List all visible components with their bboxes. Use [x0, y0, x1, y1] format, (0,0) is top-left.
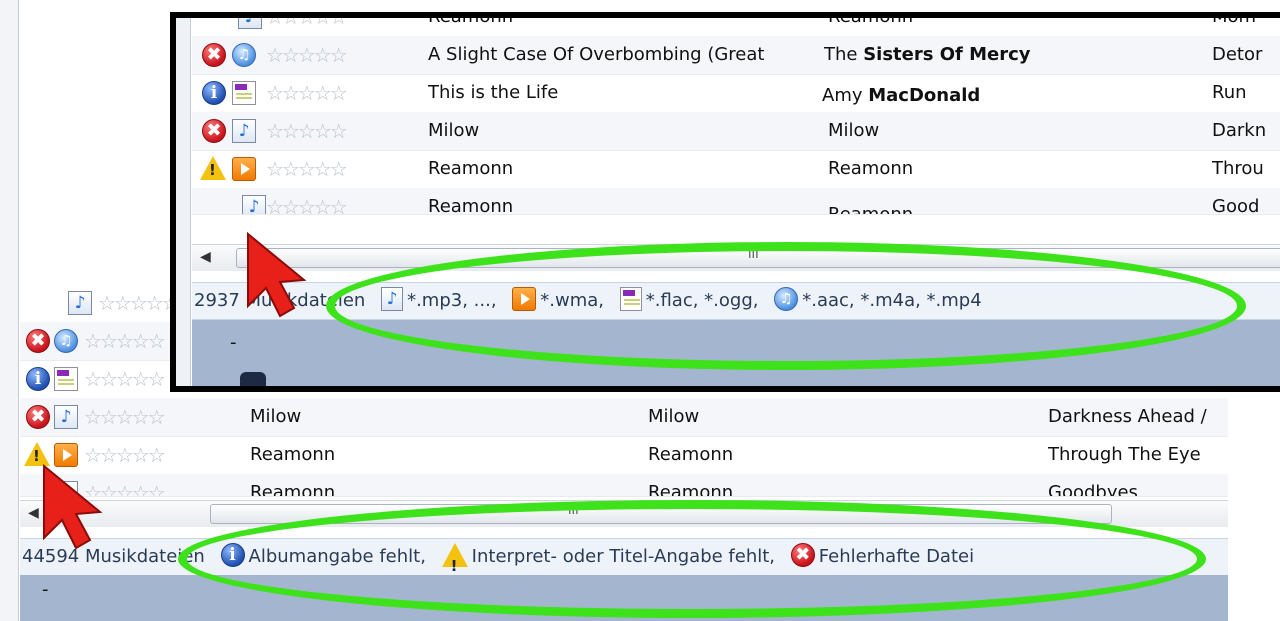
- error-icon: ✖: [26, 329, 50, 353]
- album-cell: Through The Eye: [1048, 444, 1201, 465]
- table-row[interactable]: ♪ ☆☆☆☆☆ Reamonn Reamonn Mom: [192, 12, 1280, 37]
- artist-cell: Milow: [648, 406, 700, 427]
- wma-file-icon: [232, 157, 256, 181]
- title-cell: Reamonn: [428, 158, 514, 179]
- player-button[interactable]: [240, 372, 266, 386]
- rating-stars[interactable]: ☆☆☆☆☆: [266, 156, 348, 182]
- highlight-ellipse-bottom: [178, 500, 1206, 618]
- artist-cell: The Sisters Of Mercy: [824, 42, 1194, 68]
- artist-name-bold: MacDonald: [868, 85, 981, 106]
- title-cell: This is the Life: [428, 82, 559, 103]
- rating-stars[interactable]: ☆☆☆☆☆: [266, 42, 348, 68]
- window-left-frame: [0, 0, 19, 621]
- table-row[interactable]: ✖ ♪ ☆☆☆☆☆ Milow Milow Darkness Ahead /: [20, 398, 1228, 437]
- highlight-ellipse-top: [326, 242, 1246, 370]
- artist-cell: Reamonn: [648, 482, 734, 497]
- flac-file-icon: [232, 81, 256, 105]
- flac-file-icon: [54, 367, 78, 391]
- title-cell: Reamonn: [428, 12, 514, 27]
- artist-name-bold: Sisters Of Mercy: [863, 44, 1031, 65]
- rating-stars[interactable]: ☆☆☆☆☆: [266, 118, 348, 144]
- album-cell: Darkness Ahead /: [1048, 406, 1207, 427]
- title-cell: Reamonn: [428, 196, 514, 215]
- mp3-file-icon: ♪: [68, 291, 92, 315]
- table-row[interactable]: ! ☆☆☆☆☆ Reamonn Reamonn Throu: [192, 150, 1280, 189]
- track-list-front: ♪ ☆☆☆☆☆ Reamonn Reamonn Mom ✖ ♫ ☆☆☆☆☆ A …: [192, 12, 1280, 238]
- title-cell: Milow: [250, 406, 302, 427]
- artist-cell: Reamonn: [648, 444, 734, 465]
- title-cell: Reamonn: [250, 444, 336, 465]
- info-icon: i: [202, 81, 226, 105]
- aac-file-icon: ♫: [232, 43, 256, 67]
- mp3-file-icon: ♪: [54, 405, 78, 429]
- title-cell: Reamonn: [250, 482, 336, 497]
- rating-stars[interactable]: ☆☆☆☆☆: [84, 366, 166, 392]
- album-cell: Darkn: [1212, 120, 1267, 141]
- scroll-left-arrow-icon[interactable]: ◀: [200, 249, 211, 265]
- red-arrow-pointer-icon: [43, 463, 103, 550]
- album-cell: Detor: [1212, 44, 1263, 65]
- table-row[interactable]: i ☆☆☆☆☆ This is the Life Amy MacDonald R…: [192, 74, 1280, 113]
- info-icon: i: [26, 367, 50, 391]
- mp3-file-icon: ♪: [242, 195, 266, 214]
- artist-prefix: Amy: [822, 85, 869, 106]
- warning-icon: !: [200, 156, 226, 180]
- aac-file-icon: ♫: [54, 329, 78, 353]
- mp3-file-icon: ♪: [232, 119, 256, 143]
- table-row[interactable]: ♪ ☆☆☆☆☆ Reamonn Reamonn Good: [192, 188, 1280, 215]
- table-row[interactable]: ♪ ☆☆☆☆☆ Reamonn Reamonn Goodbyes: [20, 474, 1228, 497]
- window-left-frame: [176, 18, 191, 386]
- rating-stars[interactable]: ☆☆☆☆☆: [84, 328, 166, 354]
- error-icon: ✖: [202, 119, 226, 143]
- artist-cell: Milow: [828, 120, 880, 141]
- rating-stars[interactable]: ☆☆☆☆☆: [98, 290, 180, 316]
- error-icon: ✖: [26, 405, 50, 429]
- red-arrow-pointer-icon: [247, 231, 307, 318]
- album-cell: Run: [1212, 82, 1247, 103]
- artist-cell: Reamonn: [828, 158, 914, 179]
- album-cell: Good: [1212, 196, 1260, 215]
- artist-cell: Amy MacDonald: [822, 83, 1192, 109]
- artist-cell: Reamonn: [828, 12, 914, 27]
- footer-text: -: [230, 332, 237, 353]
- artist-cell: Reamonn: [828, 204, 914, 215]
- rating-stars[interactable]: ☆☆☆☆☆: [266, 194, 348, 214]
- footer-text: -: [42, 579, 49, 600]
- rating-stars[interactable]: ☆☆☆☆☆: [266, 80, 348, 106]
- mp3-file-icon: ♪: [238, 18, 262, 29]
- album-cell: Mom: [1212, 12, 1257, 27]
- rating-stars[interactable]: ☆☆☆☆☆: [266, 18, 348, 30]
- table-row[interactable]: ✖ ♫ ☆☆☆☆☆ A Slight Case Of Overbombing (…: [192, 36, 1280, 75]
- table-row[interactable]: ✖ ♪ ☆☆☆☆☆ Milow Milow Darkn: [192, 112, 1280, 151]
- title-cell: A Slight Case Of Overbombing (Great: [428, 44, 765, 65]
- album-cell: Goodbyes: [1048, 482, 1138, 497]
- title-cell: Milow: [428, 120, 480, 141]
- artist-prefix: The: [824, 44, 864, 65]
- error-icon: ✖: [202, 43, 226, 67]
- table-row[interactable]: ! ☆☆☆☆☆ Reamonn Reamonn Through The Eye: [20, 436, 1228, 475]
- album-cell: Throu: [1212, 158, 1264, 179]
- rating-stars[interactable]: ☆☆☆☆☆: [84, 404, 166, 430]
